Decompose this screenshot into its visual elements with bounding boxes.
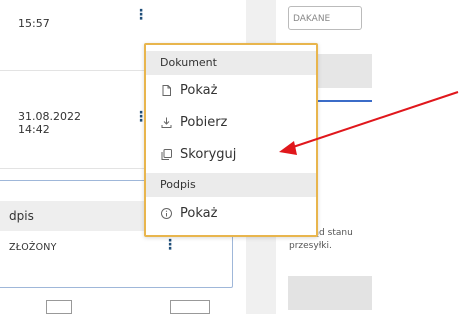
menu-item-download[interactable]: Pobierz [146, 108, 316, 138]
menu-section-label: Dokument [160, 56, 217, 69]
menu-item-label: Skoryguj [180, 147, 237, 162]
pagination-button[interactable] [46, 300, 72, 314]
row-date: 31.08.2022 [18, 110, 81, 123]
context-menu: Dokument Pokaż Pobierz Skoryguj Podpis P… [144, 43, 318, 237]
copy-icon [161, 149, 172, 160]
menu-item-label: Pokaż [180, 206, 218, 221]
column-header-signature: dpis [9, 209, 34, 223]
signature-status: ZŁOŻONY [9, 242, 57, 253]
pagination [0, 296, 262, 314]
row-menu-button[interactable]: ⋮ [134, 8, 148, 22]
info-icon [161, 208, 172, 219]
menu-item-show-document[interactable]: Pokaż [146, 76, 316, 106]
document-icon [162, 85, 171, 96]
filter-input[interactable]: DAKANE [288, 6, 362, 30]
row-time: 14:42 [18, 123, 50, 136]
menu-section-label: Podpis [160, 178, 196, 191]
gray-button[interactable] [288, 276, 372, 310]
pagination-button[interactable] [170, 300, 210, 314]
row-time: 15:57 [18, 17, 50, 30]
menu-section-signature: Podpis [146, 173, 316, 197]
signature-row-menu-button[interactable]: ⋮ [163, 237, 177, 253]
download-icon [161, 117, 172, 128]
menu-item-correct[interactable]: Skoryguj [146, 140, 316, 170]
menu-item-label: Pobierz [180, 115, 228, 130]
menu-item-label: Pokaż [180, 83, 218, 98]
menu-section-document: Dokument [146, 51, 316, 75]
menu-item-show-signature[interactable]: Pokaż [146, 199, 316, 229]
